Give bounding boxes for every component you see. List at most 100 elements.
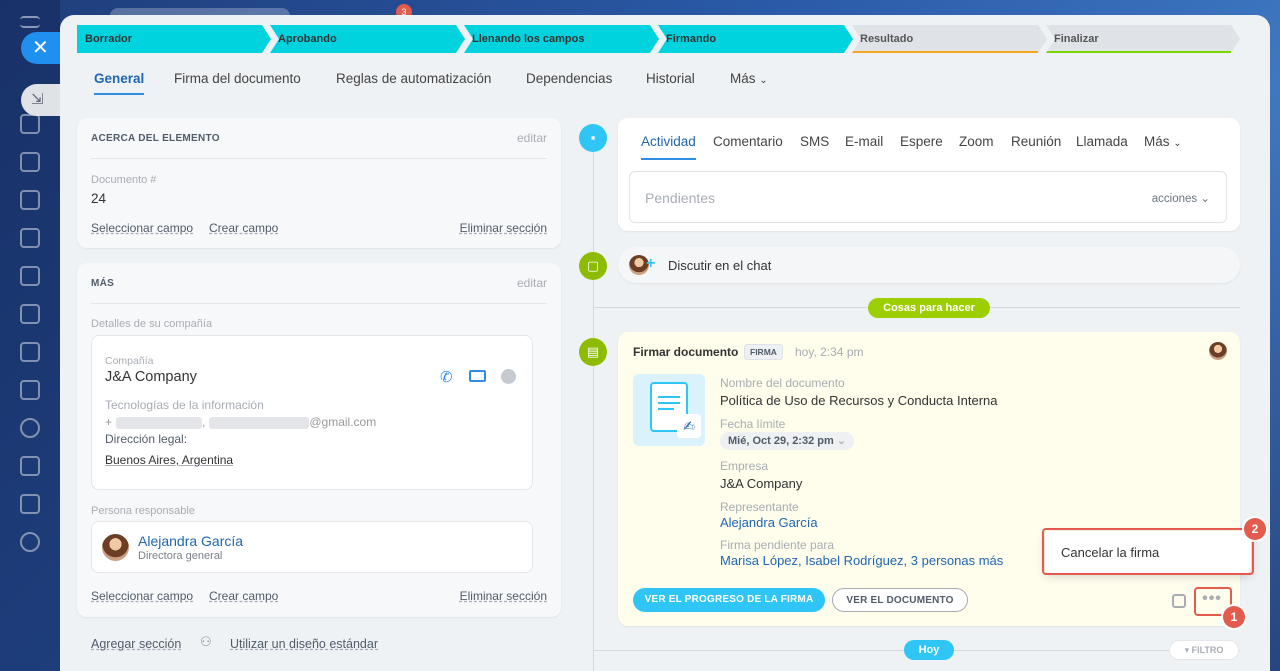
company-contact-line: +, @gmail.com bbox=[105, 415, 376, 429]
representative-label: Representante bbox=[720, 500, 799, 514]
activity-tab-llamada[interactable]: Llamada bbox=[1076, 134, 1128, 149]
email-redacted bbox=[209, 416, 310, 429]
inbox-icon[interactable] bbox=[20, 190, 40, 210]
menu-icon[interactable] bbox=[20, 16, 40, 28]
sign-time: hoy, 2:34 pm bbox=[795, 345, 864, 359]
activity-tab-espere[interactable]: Espere bbox=[900, 134, 943, 149]
responsible-role: Directora general bbox=[138, 550, 223, 562]
doc-number-label: Documento # bbox=[91, 174, 157, 186]
tab-dependencias[interactable]: Dependencias bbox=[526, 71, 612, 86]
more-card: MÁS editar Detalles de su compañía Compa… bbox=[77, 263, 561, 617]
tab-reglas-automatizacion[interactable]: Reglas de automatización bbox=[336, 71, 491, 86]
chevron-down-icon: ⌄ bbox=[1173, 138, 1182, 149]
more-delete-section-link[interactable]: Eliminar sección bbox=[460, 589, 547, 603]
activity-editor: Actividad Comentario SMS E-mail Espere Z… bbox=[618, 118, 1240, 231]
view-document-button[interactable]: VER EL DOCUMENTO bbox=[832, 588, 968, 612]
signature-pen-icon: ✍ bbox=[677, 414, 701, 438]
chat-icon[interactable] bbox=[501, 369, 516, 384]
company-subcard[interactable]: Compañía J&A Company ✆ Tecnologías de la… bbox=[91, 335, 533, 490]
about-title: ACERCA DEL ELEMENTO bbox=[91, 133, 220, 144]
add-section-link[interactable]: Agregar sección bbox=[91, 637, 181, 651]
note-icon[interactable] bbox=[1172, 594, 1186, 608]
comma-separator: , bbox=[202, 415, 206, 429]
sign-card-avatar bbox=[1209, 342, 1227, 360]
stage-llenando-campos[interactable]: Llenando los campos bbox=[464, 25, 659, 53]
standard-layout-link[interactable]: Utilizar un diseño estándar bbox=[230, 637, 378, 651]
pen-icon[interactable] bbox=[20, 494, 40, 514]
calendar-icon[interactable] bbox=[20, 342, 40, 362]
target-icon[interactable] bbox=[20, 418, 40, 438]
company-name: J&A Company bbox=[105, 369, 197, 385]
activity-tab-zoom[interactable]: Zoom bbox=[959, 134, 994, 149]
chevron-down-icon: ⌄ bbox=[1200, 193, 1210, 205]
about-edit-link[interactable]: editar bbox=[517, 131, 547, 145]
about-delete-section-link[interactable]: Eliminar sección bbox=[460, 221, 547, 235]
document-thumbnail[interactable]: ✍ bbox=[633, 374, 705, 446]
filter-button[interactable]: ▾ FILTRO bbox=[1169, 640, 1239, 660]
mail-icon[interactable] bbox=[469, 370, 486, 382]
tab-historial[interactable]: Historial bbox=[646, 71, 695, 86]
chat-bubble-icon: ▢ bbox=[579, 252, 607, 280]
chevron-down-icon: ⌄ bbox=[759, 75, 768, 86]
deadline-chip[interactable]: Mié, Oct 29, 2:32 pm ⌄ bbox=[720, 432, 855, 450]
activity-tab-comentario[interactable]: Comentario bbox=[713, 134, 783, 149]
responsible-name[interactable]: Alejandra García bbox=[138, 533, 243, 549]
activity-tab-mas[interactable]: Más ⌄ bbox=[1144, 134, 1182, 149]
stage-borrador[interactable]: Borrador bbox=[77, 25, 271, 53]
activity-tab-reunion[interactable]: Reunión bbox=[1011, 134, 1061, 149]
about-select-field-link[interactable]: Seleccionar campo bbox=[91, 221, 193, 235]
tab-general[interactable]: General bbox=[94, 71, 145, 95]
collapse-slider-button[interactable]: ⇲ bbox=[21, 84, 61, 116]
close-slider-button[interactable]: ✕ bbox=[21, 32, 61, 64]
more-create-field-link[interactable]: Crear campo bbox=[209, 589, 278, 603]
menu-highlight-box bbox=[1042, 528, 1254, 575]
tasks-icon[interactable] bbox=[20, 114, 40, 134]
discuss-chat-row[interactable]: + Discutir en el chat bbox=[618, 247, 1240, 283]
representative-value[interactable]: Alejandra García bbox=[720, 515, 818, 530]
activity-tab-email[interactable]: E-mail bbox=[845, 134, 883, 149]
building-icon[interactable] bbox=[20, 380, 40, 400]
email-suffix: @gmail.com bbox=[309, 415, 377, 429]
discuss-chat-label: Discutir en el chat bbox=[668, 258, 772, 273]
help-icon[interactable] bbox=[20, 532, 40, 552]
activity-bubble-icon: ▪ bbox=[579, 124, 607, 152]
view-signing-progress-button[interactable]: VER EL PROGRESO DE LA FIRMA bbox=[633, 588, 825, 612]
phone-icon[interactable]: ✆ bbox=[440, 368, 453, 386]
callout-1: 1 bbox=[1223, 606, 1245, 628]
company-label: Compañía bbox=[105, 355, 154, 367]
stage-finalizar[interactable]: Finalizar bbox=[1046, 25, 1240, 53]
pending-signers-label: Firma pendiente para bbox=[720, 538, 835, 552]
more-select-field-link[interactable]: Seleccionar campo bbox=[91, 589, 193, 603]
pending-input[interactable]: Pendientes acciones ⌄ bbox=[629, 171, 1227, 223]
company-industry: Tecnologías de la información bbox=[105, 398, 264, 412]
legal-address-value[interactable]: Buenos Aires, Argentina bbox=[105, 453, 233, 467]
pending-signers-value[interactable]: Marisa López, Isabel Rodríguez, 3 person… bbox=[720, 553, 1003, 568]
tab-firma-documento[interactable]: Firma del documento bbox=[174, 71, 301, 86]
responsible-avatar bbox=[102, 534, 129, 561]
contact-card-icon[interactable] bbox=[20, 304, 40, 324]
funnel-icon[interactable] bbox=[20, 152, 40, 172]
legal-address-label: Dirección legal: bbox=[105, 432, 188, 446]
doc-name-label: Nombre del documento bbox=[720, 376, 845, 390]
actions-dropdown[interactable]: acciones ⌄ bbox=[1152, 191, 1210, 205]
doc-number-value: 24 bbox=[91, 191, 107, 206]
filter-icon: ▾ bbox=[1184, 645, 1190, 655]
deadline-label: Fecha límite bbox=[720, 417, 786, 431]
stage-firmando[interactable]: Firmando bbox=[658, 25, 853, 53]
doc-name-value: Política de Uso de Recursos y Conducta I… bbox=[720, 393, 998, 408]
activity-tab-sms[interactable]: SMS bbox=[800, 134, 829, 149]
collapse-icon: ⇲ bbox=[31, 91, 44, 108]
cart-icon[interactable] bbox=[20, 266, 40, 286]
stage-aprobando[interactable]: Aprobando bbox=[270, 25, 465, 53]
activity-tab-actividad[interactable]: Actividad bbox=[641, 134, 696, 160]
tab-mas[interactable]: Más ⌄ bbox=[730, 71, 768, 86]
phone-redacted bbox=[116, 416, 203, 429]
about-create-field-link[interactable]: Crear campo bbox=[209, 221, 278, 235]
chevron-down-icon: ⌄ bbox=[836, 435, 847, 447]
sign-badge: FIRMA bbox=[744, 344, 783, 360]
document-sign-icon[interactable] bbox=[20, 456, 40, 476]
responsible-subcard[interactable]: Alejandra García Directora general bbox=[91, 521, 533, 573]
stage-resultado[interactable]: Resultado bbox=[852, 25, 1047, 53]
more-edit-link[interactable]: editar bbox=[517, 276, 547, 290]
chart-icon[interactable] bbox=[20, 228, 40, 248]
